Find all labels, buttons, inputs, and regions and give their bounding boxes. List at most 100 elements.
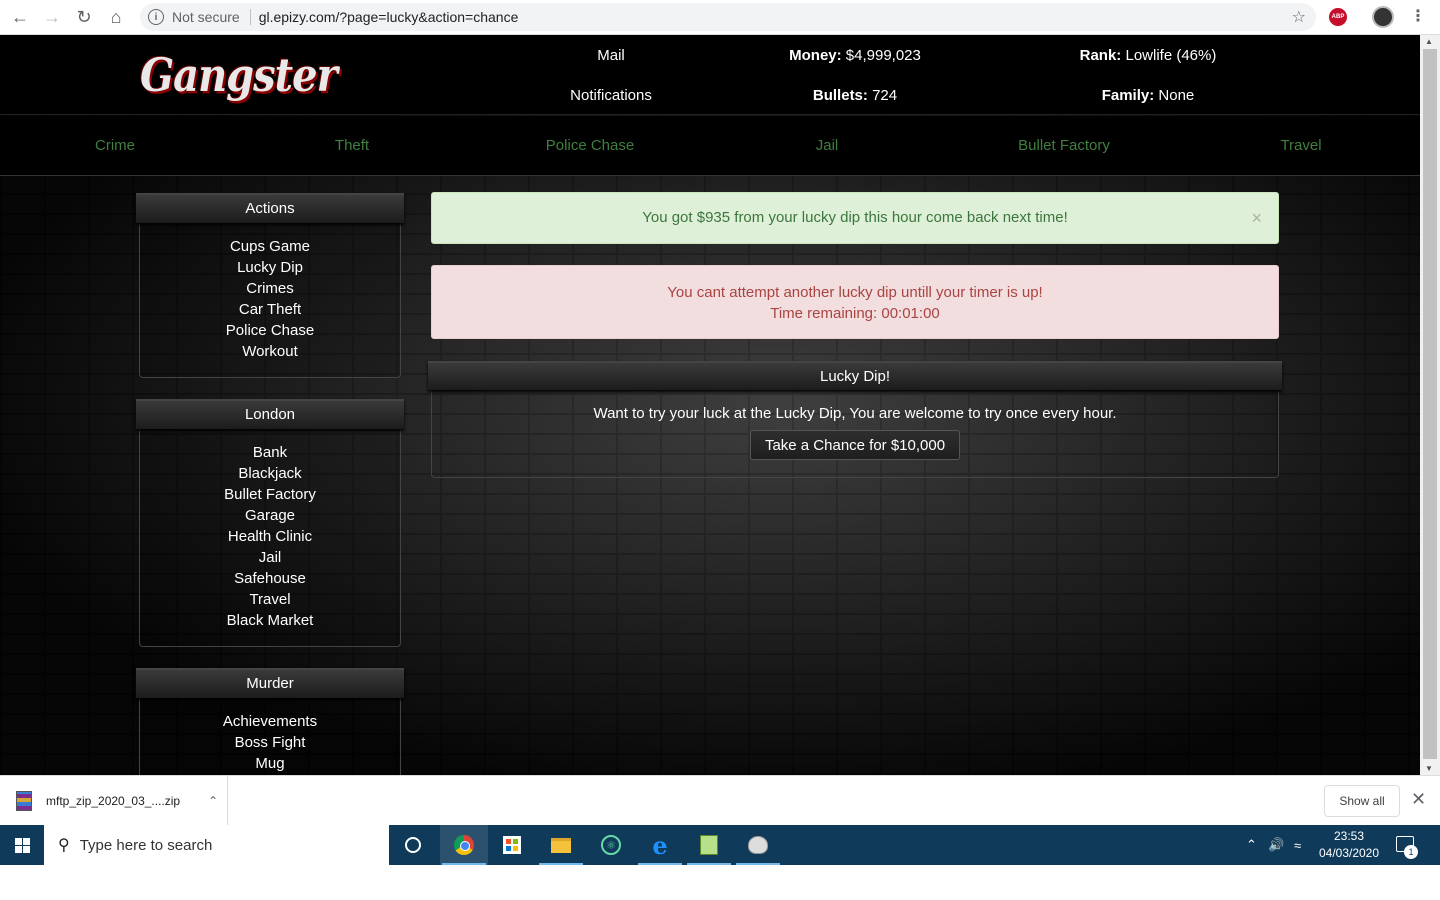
notepad-icon bbox=[700, 835, 718, 855]
store-icon bbox=[503, 836, 521, 854]
chevron-up-icon[interactable]: ⌃ bbox=[208, 794, 218, 808]
nav-theft[interactable]: Theft bbox=[335, 137, 369, 154]
profile-avatar[interactable] bbox=[1372, 6, 1394, 28]
home-icon[interactable]: ⌂ bbox=[100, 1, 132, 33]
success-message: You got $935 from your lucky dip this ho… bbox=[642, 209, 1068, 226]
error-message: You cant attempt another lucky dip until… bbox=[667, 284, 1043, 301]
back-arrow-icon[interactable]: ← bbox=[4, 1, 36, 33]
sidebar-item-achievements[interactable]: Achievements bbox=[140, 711, 400, 732]
chrome-icon bbox=[454, 835, 474, 855]
lucky-dip-description: Want to try your luck at the Lucky Dip, … bbox=[593, 405, 1117, 422]
scrollbar-thumb[interactable] bbox=[1423, 49, 1437, 759]
family-value: None bbox=[1158, 87, 1195, 104]
atom-taskbar-button[interactable]: ⚛ bbox=[587, 825, 635, 865]
sidebar-item-blackjack[interactable]: Blackjack bbox=[140, 463, 400, 484]
lucky-dip-title: Lucky Dip! bbox=[428, 361, 1282, 390]
info-icon[interactable]: i bbox=[148, 9, 164, 25]
close-icon[interactable]: ✕ bbox=[1411, 789, 1426, 810]
notification-badge: 1 bbox=[1404, 845, 1418, 859]
store-taskbar-button[interactable] bbox=[488, 825, 536, 865]
show-all-button[interactable]: Show all bbox=[1324, 785, 1400, 817]
site-logo[interactable]: Gangster Legends bbox=[140, 43, 414, 169]
download-item[interactable]: mftp_zip_2020_03_....zip ⌃ bbox=[0, 776, 228, 826]
url-text[interactable]: gl.epizy.com/?page=lucky&action=chance bbox=[259, 9, 519, 25]
site-header: Gangster Legends Mail Notifications Mone… bbox=[0, 35, 1420, 169]
close-icon[interactable]: × bbox=[1251, 193, 1262, 243]
wifi-icon[interactable]: ≈ bbox=[1294, 825, 1301, 865]
page-scrollbar[interactable]: ▲ ▼ bbox=[1420, 35, 1440, 775]
notifications-link[interactable]: Notifications bbox=[560, 87, 662, 104]
sidebar-item-workout[interactable]: Workout bbox=[140, 341, 400, 362]
security-label: Not secure bbox=[172, 9, 240, 25]
sidebar-item-garage[interactable]: Garage bbox=[140, 505, 400, 526]
take-chance-button[interactable]: Take a Chance for $10,000 bbox=[750, 430, 960, 460]
paint-icon bbox=[748, 836, 768, 854]
separator bbox=[249, 9, 251, 25]
cortana-button[interactable] bbox=[389, 825, 437, 865]
tray-chevron-icon[interactable]: ⌃ bbox=[1246, 825, 1257, 865]
sidebar-item-car-theft[interactable]: Car Theft bbox=[140, 299, 400, 320]
success-alert: You got $935 from your lucky dip this ho… bbox=[431, 192, 1279, 244]
nav-travel[interactable]: Travel bbox=[1280, 137, 1321, 154]
address-bar[interactable]: i Not secure gl.epizy.com/?page=lucky&ac… bbox=[140, 3, 1316, 31]
explorer-taskbar-button[interactable] bbox=[537, 825, 585, 865]
bookmark-star-icon[interactable]: ☆ bbox=[1292, 7, 1306, 27]
browser-menu-icon[interactable]: ⋮ bbox=[1410, 6, 1426, 26]
london-panel-title: London bbox=[136, 399, 404, 429]
clock-date: 04/03/2020 bbox=[1318, 846, 1380, 860]
sidebar-item-black-market[interactable]: Black Market bbox=[140, 610, 400, 631]
screen-margin bbox=[0, 865, 1440, 900]
murder-panel: Achievements Boss Fight Mug bbox=[139, 698, 401, 775]
archive-file-icon bbox=[16, 791, 32, 811]
page-viewport: Gangster Legends Mail Notifications Mone… bbox=[0, 35, 1420, 775]
taskbar-search[interactable]: ⚲ Type here to search bbox=[44, 825, 389, 865]
sidebar-item-bank[interactable]: Bank bbox=[140, 442, 400, 463]
windows-taskbar: ⚲ Type here to search ⚛ e ⌃ 🔊 ≈ 23:53 04… bbox=[0, 825, 1440, 865]
notepad-taskbar-button[interactable] bbox=[685, 825, 733, 865]
nav-bullet-factory[interactable]: Bullet Factory bbox=[1018, 137, 1110, 154]
sidebar-item-cups-game[interactable]: Cups Game bbox=[140, 236, 400, 257]
rank-value: Lowlife (46%) bbox=[1125, 47, 1217, 64]
nav-police-chase[interactable]: Police Chase bbox=[546, 137, 634, 154]
forward-arrow-icon[interactable]: → bbox=[36, 1, 68, 33]
download-filename[interactable]: mftp_zip_2020_03_....zip bbox=[46, 794, 180, 808]
main-nav: Crime Theft Police Chase Jail Bullet Fac… bbox=[0, 116, 1420, 176]
nav-jail[interactable]: Jail bbox=[816, 137, 839, 154]
sidebar-item-safehouse[interactable]: Safehouse bbox=[140, 568, 400, 589]
actions-panel-title: Actions bbox=[136, 193, 404, 223]
sidebar-item-mug[interactable]: Mug bbox=[140, 753, 400, 774]
start-button[interactable] bbox=[0, 825, 44, 865]
search-placeholder: Type here to search bbox=[79, 836, 213, 854]
sidebar-item-crimes[interactable]: Crimes bbox=[140, 278, 400, 299]
sidebar-item-police-chase[interactable]: Police Chase bbox=[140, 320, 400, 341]
taskbar-clock[interactable]: 23:53 04/03/2020 bbox=[1318, 828, 1380, 862]
windows-logo-icon bbox=[14, 837, 30, 853]
bullets-value: 724 bbox=[872, 87, 898, 104]
sidebar-item-travel[interactable]: Travel bbox=[140, 589, 400, 610]
paint-taskbar-button[interactable] bbox=[734, 825, 782, 865]
search-icon: ⚲ bbox=[58, 837, 70, 854]
sidebar-item-lucky-dip[interactable]: Lucky Dip bbox=[140, 257, 400, 278]
scroll-down-icon[interactable]: ▼ bbox=[1425, 764, 1433, 773]
timer-text: Time remaining: 00:01:00 bbox=[770, 305, 940, 322]
chrome-taskbar-button[interactable] bbox=[440, 825, 488, 865]
bullets-stat: Bullets: 724 bbox=[790, 87, 920, 104]
volume-icon[interactable]: 🔊 bbox=[1268, 825, 1284, 865]
adblock-icon[interactable]: ABP bbox=[1329, 8, 1347, 26]
sidebar-item-jail[interactable]: Jail bbox=[140, 547, 400, 568]
mail-link[interactable]: Mail bbox=[570, 47, 652, 64]
nav-crime[interactable]: Crime bbox=[95, 137, 135, 154]
rank-label: Rank: bbox=[1079, 47, 1122, 64]
browser-toolbar: ← → ↻ ⌂ i Not secure gl.epizy.com/?page=… bbox=[0, 0, 1440, 35]
sidebar-item-health-clinic[interactable]: Health Clinic bbox=[140, 526, 400, 547]
sidebar-item-bullet-factory[interactable]: Bullet Factory bbox=[140, 484, 400, 505]
scroll-up-icon[interactable]: ▲ bbox=[1425, 37, 1433, 46]
edge-icon: e bbox=[652, 830, 668, 860]
cortana-icon bbox=[405, 837, 421, 853]
reload-icon[interactable]: ↻ bbox=[68, 1, 100, 33]
sidebar-item-boss-fight[interactable]: Boss Fight bbox=[140, 732, 400, 753]
clock-time: 23:53 bbox=[1333, 829, 1365, 843]
money-label: Money: bbox=[789, 47, 842, 64]
atom-icon: ⚛ bbox=[601, 835, 621, 855]
edge-taskbar-button[interactable]: e bbox=[636, 825, 684, 865]
